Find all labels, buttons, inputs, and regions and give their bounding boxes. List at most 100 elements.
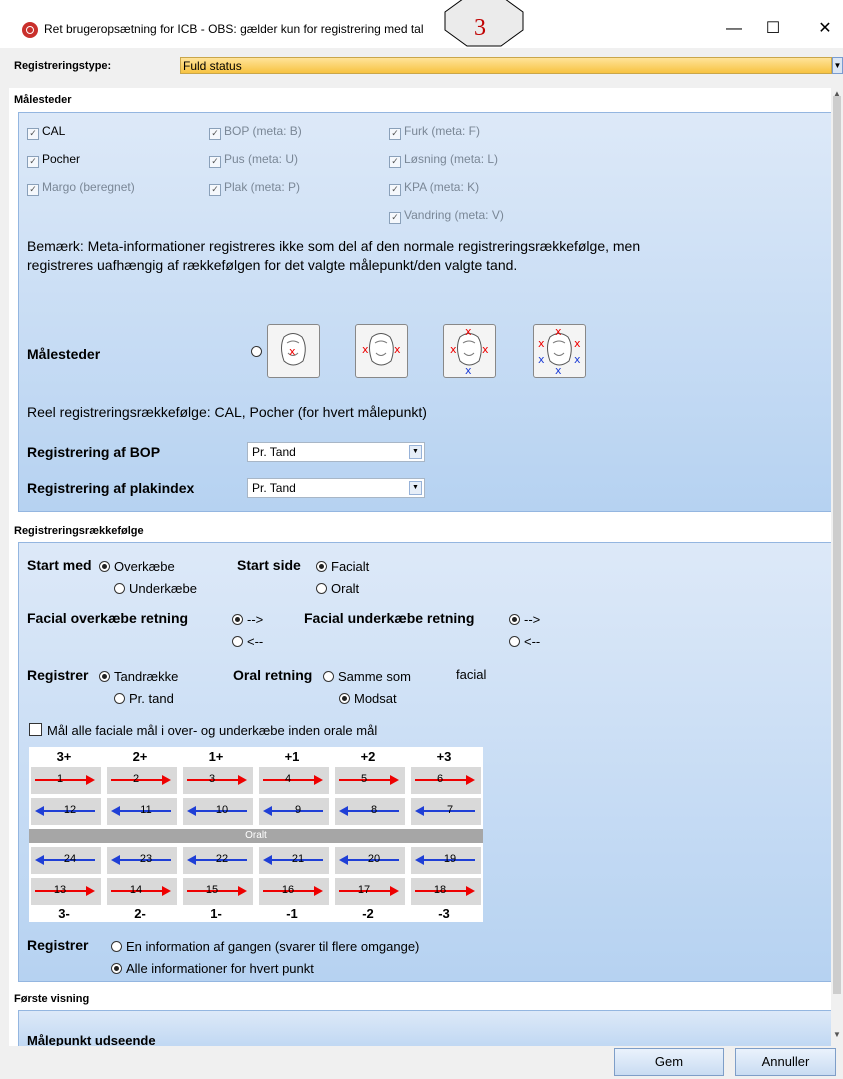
close-button[interactable]: ✕ (805, 14, 843, 44)
tooth-two-point-icon: x x (362, 333, 401, 366)
grid-header: 3+ (56, 749, 72, 764)
pr-tand-label: Pr. tand (129, 691, 174, 706)
meta-note-line2: registreres uafhængig af rækkefølgen for… (27, 257, 518, 273)
bop-select-value: Pr. Tand (252, 445, 296, 459)
samme-som-radio[interactable]: Samme som (323, 669, 411, 684)
forste-visning-title: Første visning (14, 993, 90, 1005)
pus-label: Pus (meta: U) (224, 152, 299, 166)
en-information-label: En information af gangen (svarer til fle… (126, 939, 420, 954)
cal-checkbox[interactable]: ✓ CAL (27, 124, 65, 140)
mal-alle-checkbox[interactable]: Mål alle faciale mål i over- og underkæb… (29, 723, 377, 738)
en-information-radio[interactable]: En information af gangen (svarer til fle… (111, 939, 419, 954)
facial-over-back-radio[interactable]: <-- (232, 634, 263, 649)
overkaebe-label: Overkæbe (114, 559, 175, 574)
pr-tand-radio[interactable]: Pr. tand (114, 691, 174, 706)
grid-cell: 16 (259, 878, 329, 905)
modsat-radio[interactable]: Modsat (339, 691, 397, 706)
cell-number: 16 (281, 884, 295, 896)
cell-number: 9 (294, 804, 302, 816)
grid-cell: 18 (411, 878, 481, 905)
chevron-down-icon: ▼ (409, 445, 422, 459)
cancel-button[interactable]: Annuller (735, 1048, 836, 1076)
cell-number: 15 (205, 884, 219, 896)
facial-under-back-radio[interactable]: <-- (509, 634, 540, 649)
facial-overkaebe-label: Facial overkæbe retning (27, 610, 189, 626)
grid-cell: 8 (335, 798, 405, 825)
cell-number: 18 (433, 884, 447, 896)
bop-registrering-label: Registrering af BOP (27, 444, 161, 460)
plak-label: Plak (meta: P) (224, 180, 301, 194)
cell-number: 1 (56, 773, 64, 785)
regtype-label: Registreringstype: (14, 60, 112, 72)
overkaebe-radio[interactable]: Overkæbe (99, 559, 175, 574)
maximize-button[interactable]: ☐ (753, 14, 793, 44)
svg-text:x: x (482, 343, 489, 356)
svg-text:x: x (465, 364, 472, 377)
kpa-label: KPA (meta: K) (404, 180, 480, 194)
facial-over-fwd-radio[interactable]: --> (232, 612, 263, 627)
raekkefolge-section-title: Registreringsrækkefølge (14, 525, 144, 537)
bop-label: BOP (meta: B) (224, 124, 302, 138)
pocher-checkbox[interactable]: ✓ Pocher (27, 152, 80, 168)
alle-informationer-radio[interactable]: Alle informationer for hvert punkt (111, 961, 314, 976)
grid-cell: 19 (411, 847, 481, 874)
save-button[interactable]: Gem (614, 1048, 724, 1076)
tooth-four-point-button[interactable]: x x x x (443, 324, 496, 378)
plak-checkbox: ✓ Plak (meta: P) (209, 180, 300, 196)
grid-cell: 20 (335, 847, 405, 874)
scroll-up-icon[interactable]: ▲ (833, 89, 841, 98)
scrollbar-thumb[interactable] (833, 96, 841, 994)
cell-number: 10 (215, 804, 229, 816)
facial-underkaebe-label: Facial underkæbe retning (304, 610, 475, 626)
tooth-six-point-button[interactable]: x x x x x x (533, 324, 586, 378)
oral-retning-label: Oral retning (233, 667, 313, 683)
tooth-two-point-button[interactable]: x x (355, 324, 408, 378)
tandraekke-radio[interactable]: Tandrække (99, 669, 178, 684)
tandraekke-label: Tandrække (114, 669, 179, 684)
facial-under-fwd-label: --> (524, 612, 541, 627)
grid-cell: 13 (31, 878, 101, 905)
chevron-down-icon[interactable]: ▼ (832, 57, 843, 74)
registration-order-grid: 3+ 2+ 1+ +1 +2 +3 1 2 3 4 5 6 12 11 10 9… (29, 747, 483, 922)
bop-select[interactable]: Pr. Tand ▼ (247, 442, 425, 462)
facial-under-fwd-radio[interactable]: --> (509, 612, 540, 627)
grid-cell: 9 (259, 798, 329, 825)
cell-number: 23 (139, 853, 153, 865)
svg-text:x: x (555, 364, 562, 377)
facial-over-fwd-label: --> (247, 612, 264, 627)
vandring-checkbox: ✓ Vandring (meta: V) (389, 208, 504, 224)
cell-number: 8 (370, 804, 378, 816)
grid-cell: 6 (411, 767, 481, 794)
modsat-label: Modsat (354, 691, 397, 706)
chevron-down-icon: ▼ (409, 481, 422, 495)
margo-checkbox: ✓ Margo (beregnet) (27, 180, 135, 196)
facialt-radio[interactable]: Facialt (316, 559, 369, 574)
svg-text:x: x (538, 353, 545, 366)
plak-select[interactable]: Pr. Tand ▼ (247, 478, 425, 498)
malesteder-panel: ✓ CAL ✓ Pocher ✓ Margo (beregnet) ✓ BOP (met… (18, 112, 831, 512)
grid-cell: 14 (107, 878, 177, 905)
settings-content: Målesteder ✓ CAL ✓ Pocher ✓ Margo (beregnet… (9, 88, 831, 1046)
cell-number: 20 (367, 853, 381, 865)
cell-number: 7 (446, 804, 454, 816)
margo-label: Margo (beregnet) (42, 180, 135, 194)
regtype-select[interactable]: Fuld status (180, 57, 832, 74)
malesteder-option-1-radio[interactable] (251, 346, 262, 357)
grid-cell: 1 (31, 767, 101, 794)
bop-checkbox: ✓ BOP (meta: B) (209, 124, 302, 140)
cell-number: 24 (63, 853, 77, 865)
forste-visning-panel: Målepunkt udseende (18, 1010, 831, 1046)
grid-cell: 4 (259, 767, 329, 794)
alle-informationer-label: Alle informationer for hvert punkt (126, 961, 314, 976)
losning-label: Løsning (meta: L) (404, 152, 499, 166)
oralt-radio[interactable]: Oralt (316, 581, 359, 596)
svg-text:x: x (465, 325, 472, 338)
underkaebe-radio[interactable]: Underkæbe (114, 581, 197, 596)
window-title: Ret brugeropsætning for ICB - OBS: gælde… (44, 22, 424, 36)
tooth-one-point-button[interactable]: x (267, 324, 320, 378)
scroll-down-icon[interactable]: ▼ (833, 1030, 841, 1039)
grid-cell: 7 (411, 798, 481, 825)
grid-header: 2+ (132, 749, 148, 764)
minimize-button[interactable]: — (714, 14, 754, 44)
cal-label: CAL (42, 124, 66, 138)
